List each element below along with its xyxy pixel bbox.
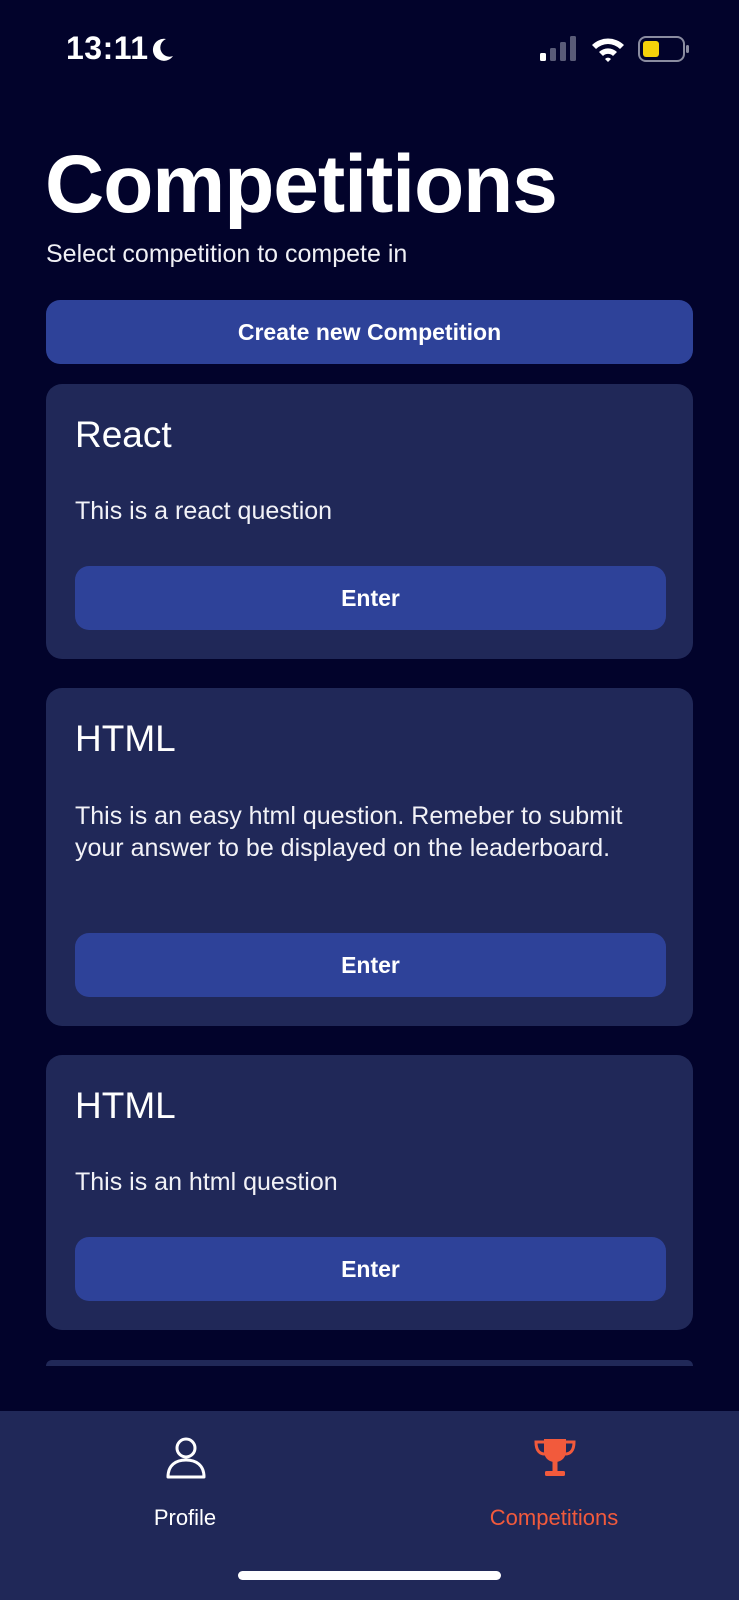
status-time: 13:11 — [66, 30, 149, 66]
next-competition-card — [46, 1360, 693, 1366]
moon-icon — [152, 38, 173, 61]
tab-profile-label: Profile — [153, 1505, 217, 1530]
page-title: Competitions — [45, 139, 558, 230]
battery-icon — [638, 36, 689, 62]
competition-title: HTML — [75, 1085, 176, 1126]
enter-button[interactable]: Enter — [75, 933, 666, 997]
competition-description: This is a react question — [75, 497, 333, 525]
home-indicator — [238, 1571, 501, 1580]
competition-title: React — [75, 414, 172, 455]
wifi-icon — [592, 38, 624, 62]
tab-competitions-label: Competitions — [489, 1505, 619, 1530]
competitions-screen: 13:11 Competitions Select competition to… — [0, 0, 739, 1600]
person-icon — [166, 1437, 206, 1479]
status-bar: 13:11 — [0, 0, 739, 100]
tab-competitions[interactable]: Competitions — [434, 1411, 674, 1561]
create-competition-button[interactable]: Create new Competition — [46, 300, 693, 364]
competition-description: This is an html question — [75, 1168, 338, 1196]
competition-description: This is an easy html question. Remeber t… — [75, 802, 623, 862]
trophy-icon — [534, 1439, 576, 1476]
enter-button[interactable]: Enter — [75, 1237, 666, 1301]
competition-card: HTML This is an easy html question. Reme… — [46, 688, 693, 1026]
page-subtitle: Select competition to compete in — [46, 240, 408, 268]
tab-profile[interactable]: Profile — [65, 1411, 305, 1561]
enter-button[interactable]: Enter — [75, 566, 666, 630]
competition-title: HTML — [75, 718, 176, 759]
cellular-signal-icon — [540, 36, 576, 61]
competition-card: HTML This is an html question Enter — [46, 1055, 693, 1330]
competition-card: React This is a react question Enter — [46, 384, 693, 659]
